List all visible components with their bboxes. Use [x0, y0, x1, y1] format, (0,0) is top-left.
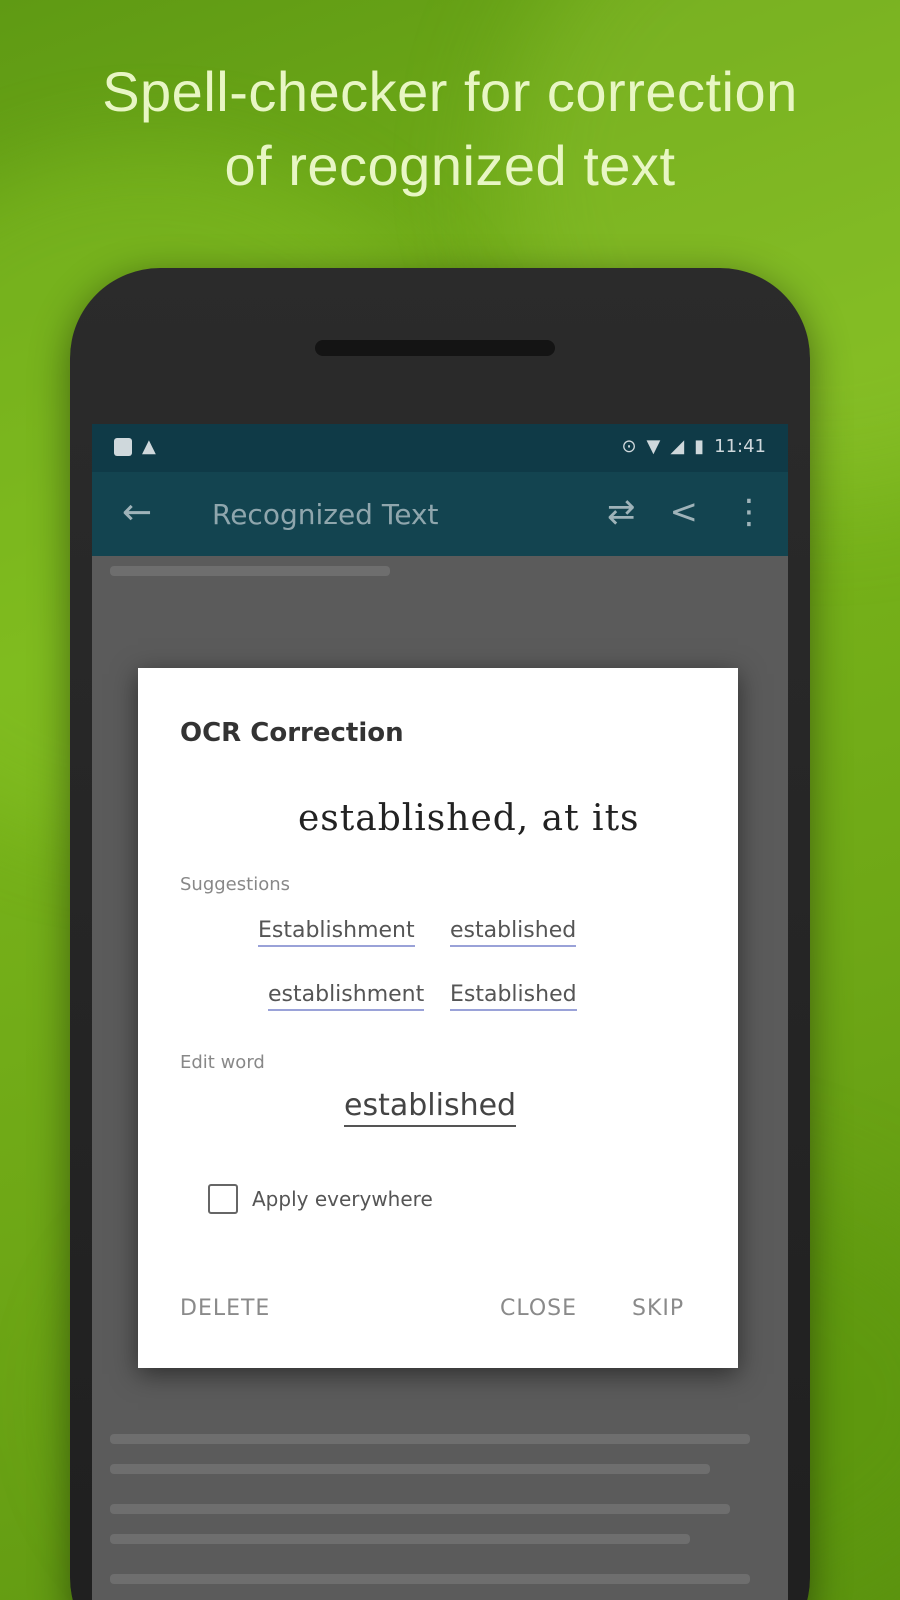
sync-icon[interactable]: ⇄ — [607, 492, 636, 532]
notification-icon: ▲ — [142, 436, 156, 457]
suggestion-item[interactable]: established — [450, 918, 577, 947]
document-text-line — [110, 1434, 750, 1444]
suggestion-item[interactable]: Establishment — [258, 918, 415, 947]
promo-headline: Spell-checker for correction of recogniz… — [0, 55, 900, 203]
apply-everywhere-checkbox[interactable] — [208, 1184, 238, 1214]
delete-button[interactable]: DELETE — [180, 1296, 270, 1321]
document-text-line — [110, 1504, 730, 1514]
edit-word-input[interactable]: established — [344, 1088, 517, 1127]
more-vert-icon[interactable]: ⋮ — [732, 492, 766, 532]
checkbox-label: Apply everywhere — [252, 1187, 433, 1211]
app-bar: ← Recognized Text ⇄ < ⋮ — [92, 472, 788, 556]
document-text-line — [110, 1574, 750, 1584]
document-text-line — [110, 1534, 690, 1544]
alarm-icon: ⊙ — [621, 436, 637, 457]
suggestion-item[interactable]: Established — [450, 982, 577, 1011]
suggestion-item[interactable]: establishment — [268, 982, 425, 1011]
phone-screen: ▲ ⊙ ▼ ◢ ▮ 11:41 ← Recognized Text ⇄ < ⋮ — [92, 424, 788, 1600]
close-button[interactable]: CLOSE — [500, 1296, 577, 1321]
status-time: 11:41 — [714, 436, 766, 457]
document-text-line — [110, 1464, 710, 1474]
dialog-title: OCR Correction — [180, 718, 404, 748]
back-arrow-icon[interactable]: ← — [122, 492, 152, 533]
apply-everywhere-row[interactable]: Apply everywhere — [208, 1184, 433, 1214]
phone-speaker — [315, 340, 555, 356]
skip-button[interactable]: SKIP — [632, 1296, 684, 1321]
headline-line-1: Spell-checker for correction — [102, 60, 798, 123]
notification-icon — [114, 437, 132, 456]
document-text-line — [110, 566, 390, 576]
status-bar: ▲ ⊙ ▼ ◢ ▮ 11:41 — [92, 424, 788, 472]
headline-line-2: of recognized text — [224, 134, 676, 197]
wifi-icon: ▼ — [646, 436, 661, 457]
app-bar-title: Recognized Text — [212, 498, 439, 531]
ocr-correction-dialog: OCR Correction established, at its Sugge… — [138, 668, 738, 1368]
suggestions-label: Suggestions — [180, 874, 290, 895]
share-icon[interactable]: < — [670, 492, 699, 532]
ocr-word-image: established, at its — [298, 798, 640, 839]
signal-icon: ◢ — [670, 436, 685, 457]
battery-icon: ▮ — [694, 436, 705, 457]
edit-word-label: Edit word — [180, 1052, 265, 1073]
phone-frame: ▲ ⊙ ▼ ◢ ▮ 11:41 ← Recognized Text ⇄ < ⋮ — [70, 268, 810, 1600]
